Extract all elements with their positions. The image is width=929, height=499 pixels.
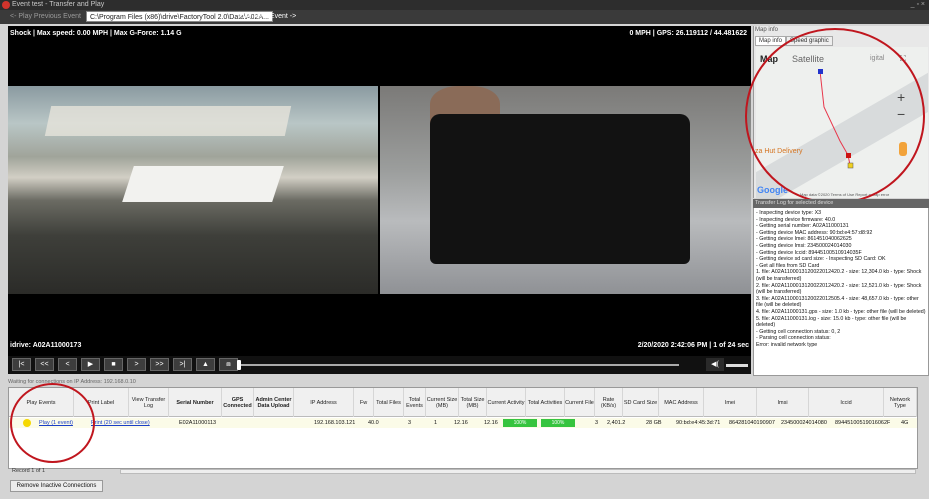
log-line: - Inspecting device type: X3 (756, 210, 822, 216)
transfer-log-title: Transfer Log for selected device (753, 199, 929, 208)
cell-imei: 864281040190907 (729, 420, 775, 426)
gps-readout: 0 MPH | GPS: 26.119112 / 44.481622 (629, 30, 747, 37)
column-header[interactable]: Current File (565, 388, 595, 417)
remove-inactive-connections-button[interactable]: Remove Inactive Connections (10, 480, 103, 492)
volume-slider[interactable] (726, 364, 748, 367)
step-back-button[interactable]: < (58, 358, 77, 371)
cell-iccid: 89445100519016062F (835, 420, 891, 426)
log-line: - Getting device Imsi: 234500024014030 (756, 242, 852, 249)
cell-total-events: 1 (434, 420, 438, 426)
column-header[interactable]: Iccid (809, 388, 884, 417)
grid-horizontal-scrollbar[interactable] (120, 469, 916, 474)
column-header[interactable]: Imsi (757, 388, 809, 417)
cabin-camera-view (380, 86, 751, 294)
column-header[interactable]: Imei (704, 388, 757, 417)
white-box-shape (122, 166, 284, 202)
log-line: - Getting device Iccid: 8944510051091403… (756, 249, 862, 256)
play-button[interactable]: ▶ (81, 358, 100, 371)
column-header[interactable]: Serial Number (169, 388, 222, 417)
column-header[interactable]: Total Activities (526, 388, 565, 417)
current-activity-bar: 100% (503, 419, 537, 427)
grid-header-row: Play Events Print Label View Transfer Log S… (9, 388, 917, 417)
stop-button[interactable]: ■ (104, 358, 123, 371)
column-header[interactable]: Total Files (374, 388, 404, 417)
prev-event-link[interactable]: <- Play Previous Event (10, 10, 81, 24)
title-bar: Event test - Transfer and Play _ ▫ × (0, 0, 929, 10)
device-grid: Play Events Print Label View Transfer Log S… (8, 387, 918, 469)
video-timestamp: 2/20/2020 2:42:06 PM | 1 of 24 sec (637, 342, 749, 349)
column-header[interactable]: Admin Center Data Upload (254, 388, 294, 417)
log-line: Error: invalid network type (756, 341, 818, 348)
rewind-fast-button[interactable]: << (35, 358, 54, 371)
column-header[interactable]: Rate (KB/s) (595, 388, 623, 417)
app-icon (2, 1, 10, 9)
cell-mac: 90:bd:e4:45:3d:71 (676, 420, 721, 426)
column-header[interactable]: Fw (354, 388, 374, 417)
log-line: - Inspecting device firmware: 40.0 (756, 216, 836, 223)
log-line: - Parsing cell connection status: (756, 335, 831, 342)
column-header[interactable]: MAC Address (659, 388, 704, 417)
log-line: - Getting device Imei: 861451040062625 (756, 236, 852, 243)
next-event-link[interactable]: Play Next Event -> (238, 10, 296, 24)
cell-total-size: 12.16 (484, 420, 498, 426)
go-end-button[interactable]: >| (173, 358, 192, 371)
cell-ip: 192.168.103.121 (314, 420, 356, 426)
event-summary: Shock | Max speed: 0.00 MPH | Max G-Forc… (10, 30, 182, 37)
annotation-circle-grid (10, 383, 95, 463)
column-header[interactable]: Total Size (MB) (459, 388, 487, 417)
snapshot-button[interactable]: ⧈ (219, 358, 238, 371)
column-header[interactable]: Current Activity (487, 388, 526, 417)
window-controls[interactable]: _ ▫ × (911, 0, 925, 10)
video-info-bar: Shock | Max speed: 0.00 MPH | Max G-Forc… (8, 27, 751, 41)
connection-status: Waiting for connections on IP Address: 1… (8, 379, 136, 385)
eject-button[interactable]: ▲ (196, 358, 215, 371)
seek-track[interactable] (239, 364, 679, 366)
seek-handle[interactable] (237, 360, 241, 370)
cell-fw: 40.0 (368, 420, 379, 426)
step-forward-button[interactable]: > (127, 358, 146, 371)
column-header[interactable]: View Transfer Log (129, 388, 169, 417)
column-header[interactable]: Total Events (404, 388, 426, 417)
log-line: - Getting device MAC address: 90:bd:e4:5… (756, 229, 873, 236)
map-panel-title: Map info (755, 27, 779, 33)
log-line: - Getting device sd card size: - Inspect… (756, 256, 886, 263)
transfer-log-text: - Inspecting device type: X3- Inspecting… (756, 210, 926, 348)
column-header[interactable]: SD Card Size (623, 388, 659, 417)
cell-sd-size: 28 GB (646, 420, 662, 426)
road-camera-view (8, 86, 378, 294)
fast-forward-button[interactable]: >> (150, 358, 169, 371)
column-header[interactable]: GPS Connected (222, 388, 254, 417)
log-line: 4. file: A02A11000131.gps - size: 1.0 kb… (756, 308, 926, 315)
window-title: Event test - Transfer and Play (12, 1, 105, 8)
cell-network: 4G (901, 420, 909, 426)
device-label: idrive: A02A11000173 (10, 342, 82, 349)
column-header[interactable]: Network Type (884, 388, 917, 417)
log-line: 2. file: A02A1100013120022012420.2 - siz… (756, 282, 922, 296)
column-header[interactable]: IP Address (294, 388, 354, 417)
log-line: 5. file: A02A11000131.log - size: 15.0 k… (756, 315, 907, 329)
cell-imsi: 234500024014080 (781, 420, 827, 426)
log-line: 1. file: A02A1100013120022012420.2 - siz… (756, 269, 922, 282)
log-line: - Getting serial number: A02A11000131 (756, 223, 849, 230)
cell-serial: E02A11000113 (179, 420, 217, 426)
print-label-link[interactable]: Print (20 sec until close) (91, 418, 150, 428)
log-line: - Getting cell connection status: 0, 2 (756, 328, 841, 335)
cell-current-size: 12.16 (454, 420, 468, 426)
column-header[interactable]: Current Size (MB) (426, 388, 459, 417)
log-line: 3. file: A02A1100013120022012505.4 - siz… (756, 295, 919, 309)
record-pager[interactable]: Record 1 of 1 (12, 468, 45, 474)
volume-icon[interactable]: ◀( (706, 358, 724, 371)
annotation-circle-map (745, 28, 925, 204)
cell-total-files: 3 (408, 420, 412, 426)
cell-rate: 2,401.2 (607, 420, 626, 426)
cell-current-file: 3 (595, 420, 599, 426)
go-start-button[interactable]: |< (12, 358, 31, 371)
event-nav-bar: <- Play Previous Event C:\Program Files … (0, 10, 929, 24)
leather-case-shape (430, 114, 690, 264)
total-activities-bar: 100% (541, 419, 575, 427)
log-line: - Get all files from SD Card (756, 262, 820, 269)
cabinet-shape (44, 106, 292, 136)
